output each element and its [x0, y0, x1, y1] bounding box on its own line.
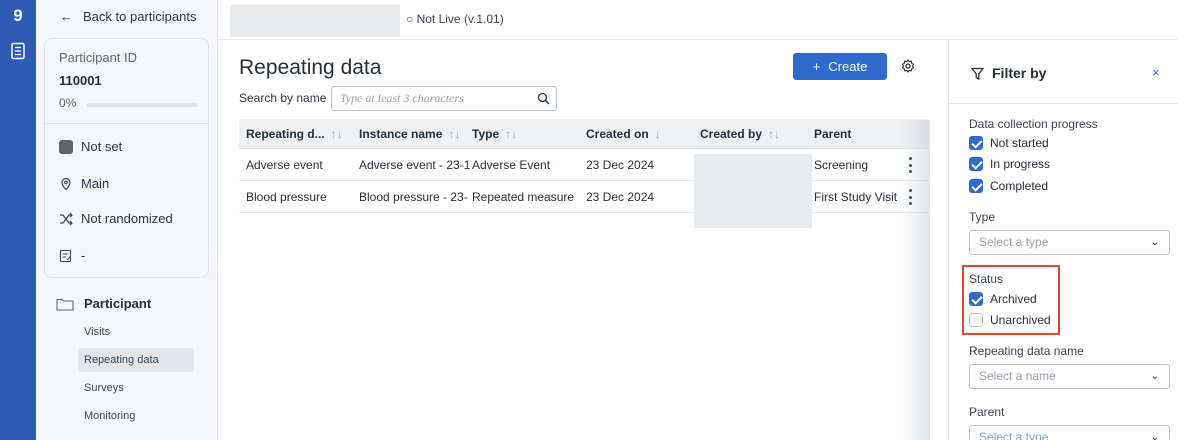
search-icon[interactable]: [537, 92, 550, 105]
panel-shadow: [900, 120, 930, 440]
col-type[interactable]: Type ↑↓: [472, 127, 517, 141]
nav-item-visits[interactable]: Visits: [78, 320, 194, 344]
name-select[interactable]: Select a name ⌄: [969, 364, 1170, 389]
cell-parent: First Study Visit: [814, 190, 898, 204]
randomization-row: Not randomized: [59, 211, 173, 226]
page-title: Repeating data: [239, 56, 382, 79]
edit-note-icon: [59, 249, 72, 262]
checkbox-checked-icon: [969, 136, 983, 150]
filter-title: Filter by: [992, 65, 1047, 81]
chevron-down-icon: ⌄: [1150, 432, 1159, 440]
cell-repeating: Adverse event: [246, 158, 323, 172]
checkbox-not-started[interactable]: Not started: [969, 136, 1049, 150]
arrow-left-icon: ←: [60, 9, 73, 24]
divider: [949, 103, 1178, 104]
top-bar: ○ Not Live (v.1.01): [218, 0, 1178, 40]
sort-icon: ↑↓: [768, 127, 781, 141]
search-box[interactable]: [331, 86, 557, 111]
table-row[interactable]: Blood pressure Blood pressure - 23- Repe…: [239, 181, 929, 213]
status-highlight-box: [962, 265, 1060, 335]
divider: [45, 123, 208, 124]
type-filter-label: Type: [969, 210, 996, 224]
cell-type: Adverse Event: [472, 158, 551, 172]
nav-item-monitoring[interactable]: Monitoring: [78, 404, 194, 428]
nav-item-surveys[interactable]: Surveys: [78, 376, 194, 400]
site-row: Main: [59, 176, 109, 191]
folder-icon: [56, 298, 74, 311]
parent-filter-label: Parent: [969, 405, 1005, 419]
chevron-down-icon: ⌄: [1150, 371, 1159, 382]
shuffle-icon: [60, 212, 73, 225]
randomization-label: Not randomized: [81, 211, 173, 226]
sort-icon: ↑↓: [448, 127, 461, 141]
name-filter-label: Repeating data name: [969, 344, 1084, 358]
square-icon: [59, 139, 73, 154]
nav-item-repeating-data[interactable]: Repeating data: [78, 348, 194, 372]
filter-panel: Filter by × Data collection progress Not…: [948, 41, 1178, 440]
created-by-redacted: [694, 154, 812, 228]
col-repeating-data[interactable]: Repeating d... ↑↓: [246, 127, 343, 141]
col-created-by[interactable]: Created by ↑↓: [700, 127, 780, 141]
col-created-on[interactable]: Created on ↓: [586, 127, 661, 141]
search-label: Search by name: [239, 91, 327, 105]
note-row: -: [59, 248, 85, 263]
location-icon: [61, 177, 71, 190]
participant-section-header[interactable]: Participant: [56, 296, 151, 311]
study-book-icon[interactable]: [9, 42, 27, 60]
col-instance-name[interactable]: Instance name ↑↓: [359, 127, 460, 141]
cell-created-on: 23 Dec 2024: [586, 158, 655, 172]
type-select[interactable]: Select a type ⌄: [969, 230, 1170, 255]
filter-icon: [971, 67, 984, 80]
parent-select[interactable]: Select a type ⌄: [969, 425, 1170, 440]
app-logo[interactable]: 9: [8, 6, 28, 26]
site-label: Main: [81, 176, 110, 191]
create-label: Create: [828, 59, 868, 74]
app-rail: 9: [0, 0, 36, 440]
plus-icon: +: [812, 59, 821, 74]
progress-filter-label: Data collection progress: [969, 117, 1098, 131]
gear-icon[interactable]: [901, 59, 915, 73]
sort-icon: ↑↓: [330, 127, 343, 141]
cell-repeating: Blood pressure: [246, 190, 327, 204]
cell-created-on: 23 Dec 2024: [586, 190, 655, 204]
participant-card: Participant ID 110001 0% Not set Main No…: [44, 38, 209, 278]
sort-desc-icon: ↓: [654, 127, 661, 141]
cell-type: Repeated measure: [472, 190, 575, 204]
study-status: ○ Not Live (v.1.01): [406, 12, 504, 26]
repeating-data-table: Repeating d... ↑↓ Instance name ↑↓ Type ↑↓ …: [239, 119, 929, 213]
progress-percent: 0%: [59, 96, 77, 110]
cell-parent: Screening: [814, 158, 869, 172]
section-title: Participant: [84, 296, 152, 311]
checkbox-checked-icon: [969, 179, 983, 193]
checkbox-checked-icon: [969, 157, 983, 171]
participant-id-value: 110001: [59, 73, 102, 88]
cell-instance: Blood pressure - 23-: [359, 190, 468, 204]
status-label: Not set: [81, 139, 123, 154]
back-to-participants-link[interactable]: ← Back to participants: [60, 9, 196, 24]
cell-instance: Adverse event - 23-1: [359, 158, 471, 172]
table-row[interactable]: Adverse event Adverse event - 23-1 Adver…: [239, 149, 929, 181]
checkbox-completed[interactable]: Completed: [969, 179, 1048, 193]
table-header: Repeating d... ↑↓ Instance name ↑↓ Type ↑↓ …: [239, 119, 929, 149]
chevron-down-icon: ⌄: [1150, 237, 1159, 248]
progress-bar: [87, 103, 197, 107]
participant-id-label: Participant ID: [59, 50, 138, 65]
participant-sidebar: ← Back to participants Participant ID 11…: [36, 0, 218, 440]
study-name-placeholder: [230, 5, 400, 37]
create-button[interactable]: + Create: [793, 53, 887, 80]
search-input[interactable]: [340, 90, 520, 107]
col-parent[interactable]: Parent: [814, 127, 851, 141]
checkbox-in-progress[interactable]: In progress: [969, 157, 1050, 171]
sort-icon: ↑↓: [505, 127, 518, 141]
close-icon[interactable]: ×: [1152, 65, 1160, 80]
back-label: Back to participants: [83, 9, 197, 24]
filter-header: Filter by: [971, 65, 1046, 81]
note-label: -: [81, 248, 86, 263]
status-row: Not set: [59, 139, 122, 154]
